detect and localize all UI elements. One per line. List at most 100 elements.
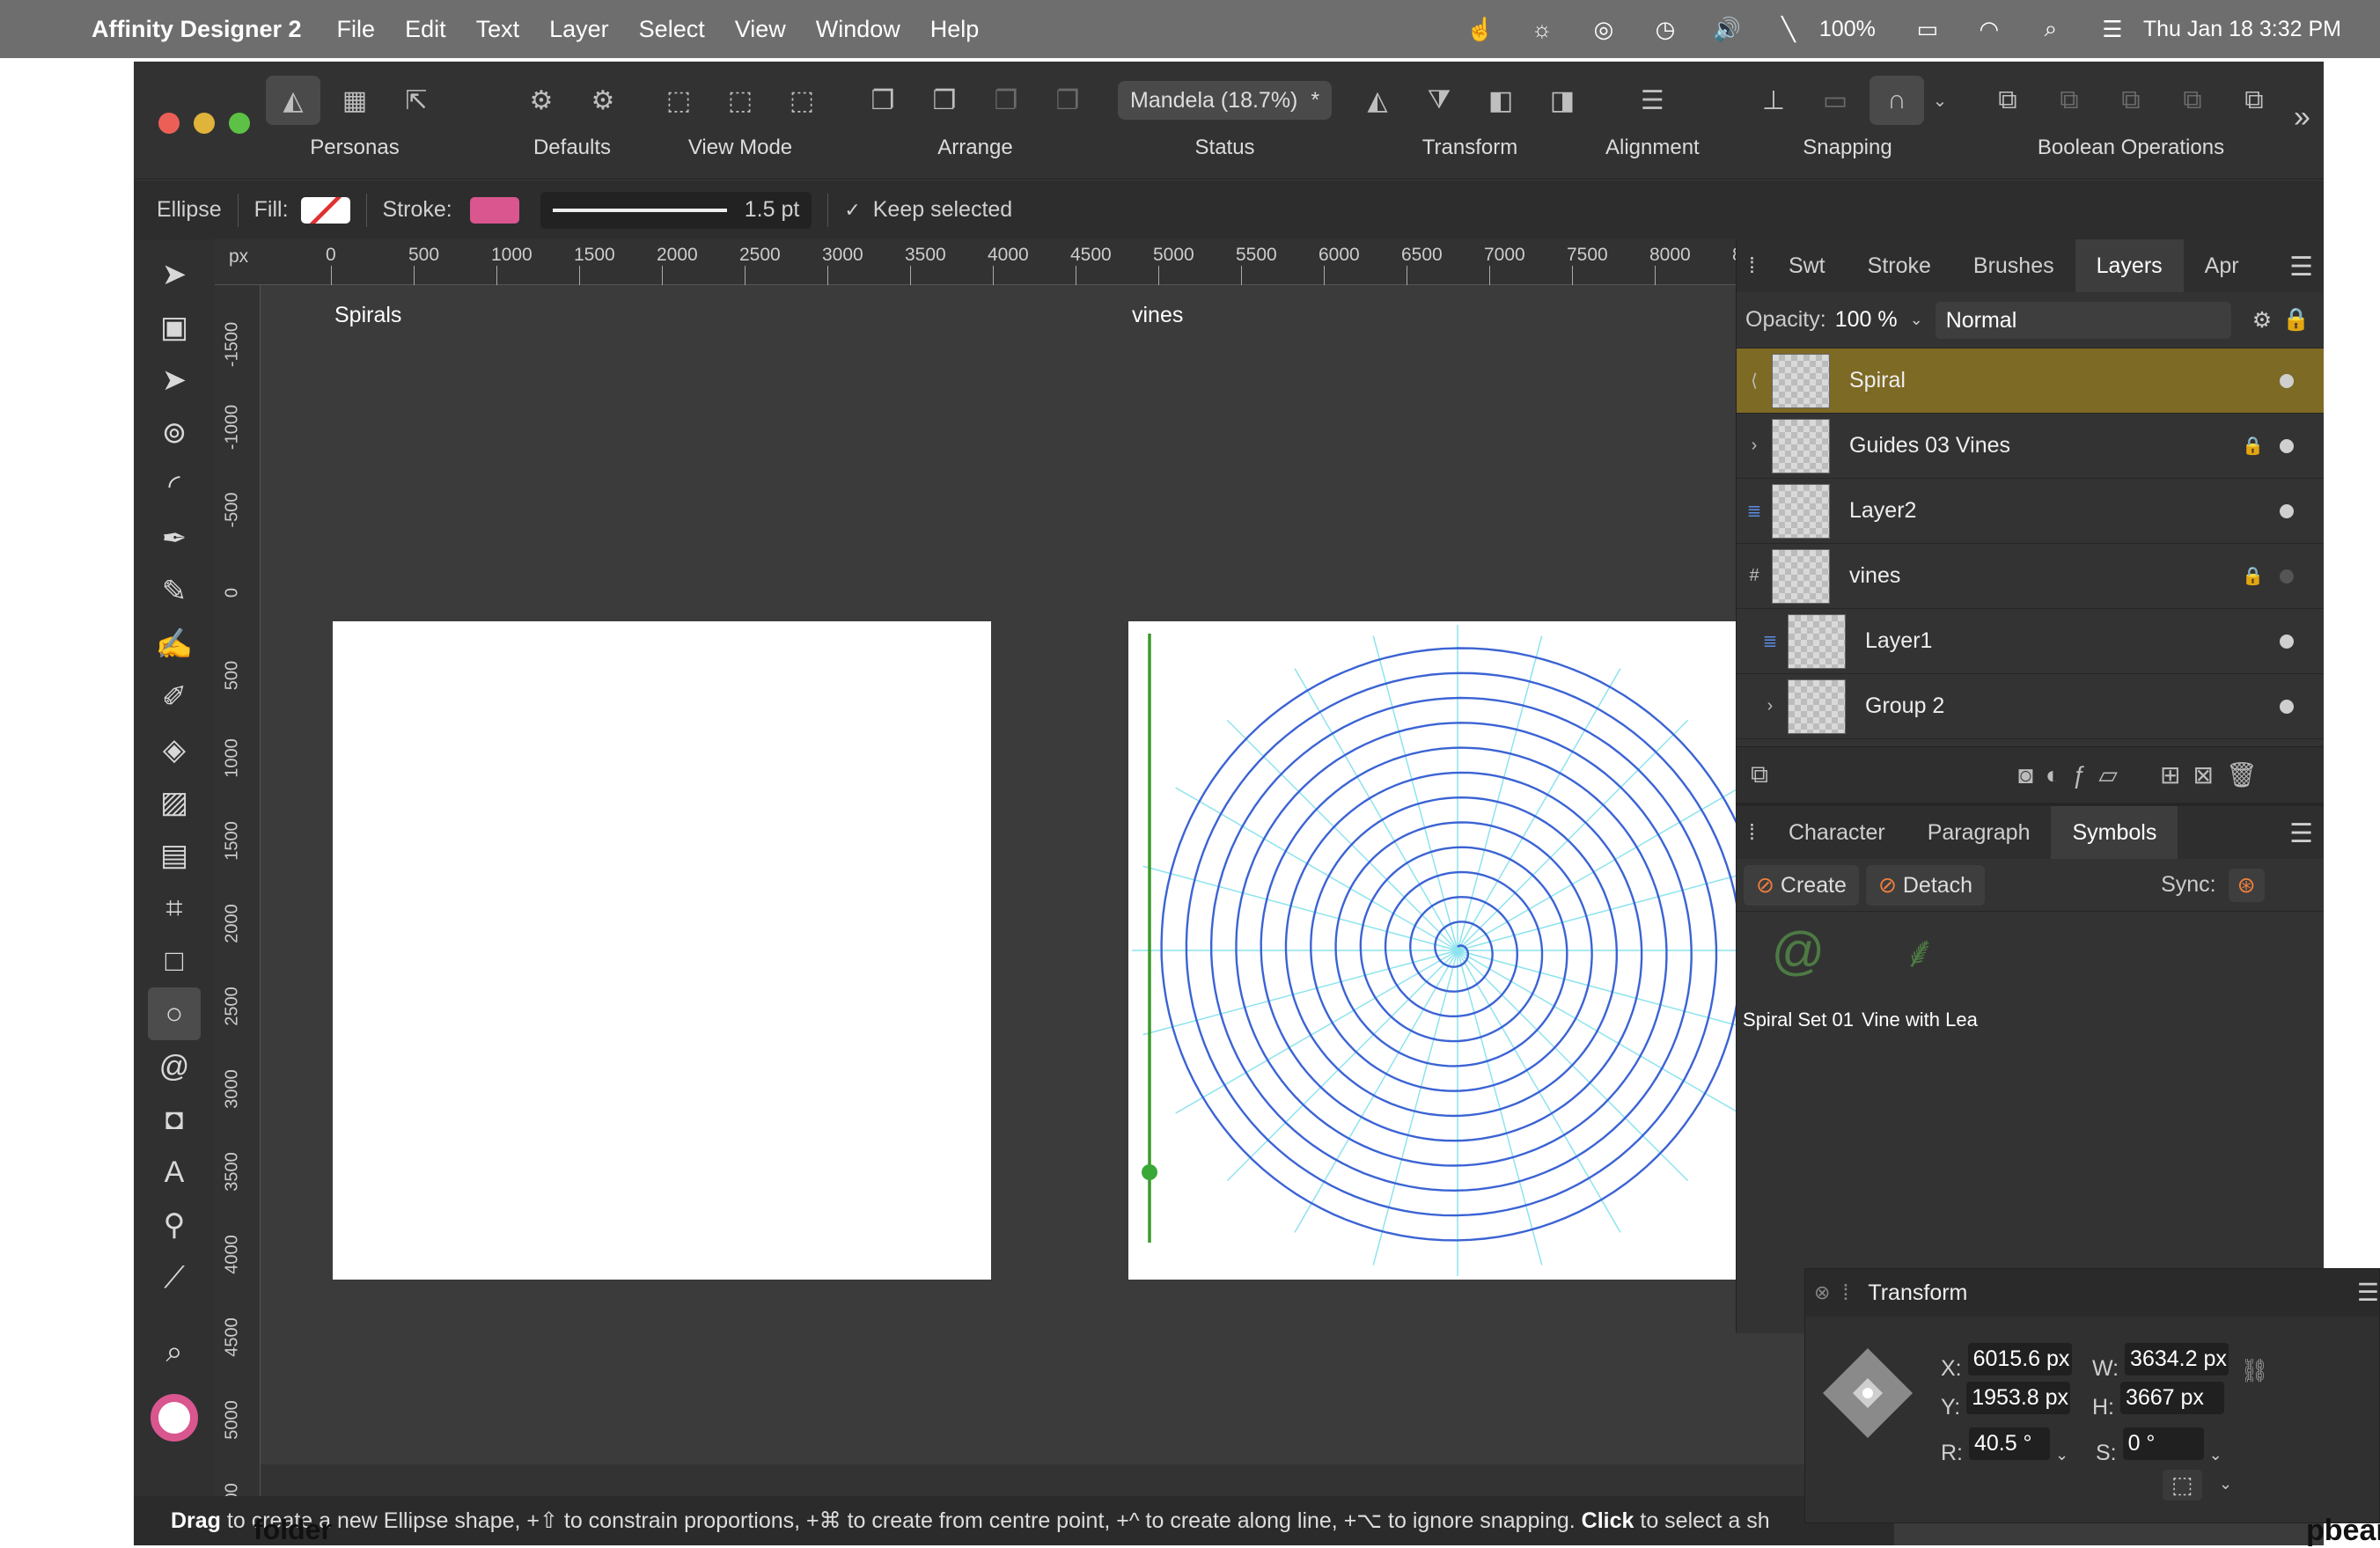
color-swatches-icon[interactable] — [134, 1378, 215, 1457]
toolbar-overflow-button[interactable]: » — [2294, 100, 2310, 135]
paint-brush-tool-icon[interactable]: ✐ — [134, 671, 215, 723]
tab-layers[interactable]: Layers — [2075, 239, 2184, 292]
layer-settings-icon[interactable]: ⚙ — [2252, 307, 2272, 334]
panel-grip-icon[interactable]: ⁞ — [1737, 806, 1767, 859]
clock[interactable]: Thu Jan 18 3:32 PM — [2143, 17, 2341, 42]
transform-origin-dropdown-icon[interactable]: ⌄ — [2219, 1475, 2232, 1493]
fingerprint-icon[interactable]: ☝ — [1450, 16, 1511, 43]
corner-tool-icon[interactable]: ◜ — [134, 459, 215, 512]
snapping-toggle-off-icon[interactable]: ▭ — [1808, 76, 1862, 125]
visibility-dot[interactable] — [2280, 569, 2294, 583]
vertical-ruler[interactable]: -1500 -1000 -500 0 500 1000 1500 2000 2500 3000 35… — [215, 285, 261, 1544]
r-input[interactable]: 40.5 ° — [1968, 1427, 2050, 1460]
keep-selected-checkbox[interactable]: ✓ — [844, 199, 860, 222]
layer-row-layer2[interactable]: ≣ Layer2 — [1737, 479, 2324, 544]
move-tool-icon[interactable]: ➤ — [134, 248, 215, 301]
panel-menu-icon[interactable]: ☰ — [2357, 1278, 2379, 1307]
layer-row-group2[interactable]: › Group 2 — [1737, 674, 2324, 739]
snapping-dropdown-icon[interactable]: ⌄ — [1931, 76, 1949, 125]
detach-symbol-button[interactable]: ⊘ Detach — [1865, 864, 1986, 906]
stroke-swatch[interactable] — [469, 196, 519, 224]
blend-mode-select[interactable]: Normal — [1935, 301, 2231, 339]
w-input[interactable]: 3634.2 px — [2125, 1343, 2229, 1376]
boolean-divide-icon[interactable]: ⧉ — [2227, 76, 2281, 125]
node-tool-icon[interactable]: ➤ — [134, 354, 215, 407]
tab-paragraph[interactable]: Paragraph — [1906, 806, 2052, 859]
flip-vertical-icon[interactable]: ⧩ — [1412, 76, 1466, 125]
fill-swatch[interactable] — [300, 196, 350, 224]
volume-icon[interactable]: 🔊 — [1696, 16, 1758, 43]
minimize-window-button[interactable] — [194, 113, 215, 134]
sync-toggle-icon[interactable]: ⊛ — [2228, 868, 2265, 902]
symbol-item[interactable]: @ Spiral Set 01 — [1737, 921, 1860, 1031]
x-input[interactable]: 6015.6 px — [1967, 1343, 2072, 1376]
fx-icon[interactable]: ƒ — [2073, 761, 2087, 789]
lock-aspect-icon[interactable]: ⛓ — [2240, 1357, 2269, 1384]
spiral-tool-icon[interactable]: @ — [134, 1040, 215, 1093]
view-mode-1-icon[interactable]: ⬚ — [651, 76, 706, 125]
defaults-sync-icon[interactable]: ⚙ — [514, 76, 569, 125]
menu-view[interactable]: View — [735, 16, 786, 43]
menu-help[interactable]: Help — [930, 16, 980, 43]
mask-icon[interactable]: ◙ — [2018, 761, 2033, 789]
panel-menu-icon[interactable]: ☰ — [2289, 818, 2313, 849]
search-icon[interactable]: ⌕ — [2020, 15, 2082, 43]
tab-swatches[interactable]: Swt — [1767, 239, 1847, 292]
s-input[interactable]: 0 ° — [2122, 1427, 2204, 1460]
layer-row-guides[interactable]: › Guides 03 Vines 🔒 — [1737, 414, 2324, 479]
fill-tool-icon[interactable]: ◈ — [134, 723, 215, 776]
brightness-icon[interactable]: ☼ — [1511, 16, 1573, 43]
menu-text[interactable]: Text — [476, 16, 520, 43]
export-persona-icon[interactable]: ⇱ — [389, 76, 444, 125]
transform-origin-icon[interactable]: ⬚ — [2163, 1470, 2202, 1500]
defaults-revert-icon[interactable]: ⚙ — [576, 76, 630, 125]
add-layer-icon[interactable]: ⊞ — [2160, 760, 2180, 789]
expand-chevron-icon[interactable]: › — [1752, 696, 1788, 716]
create-symbol-button[interactable]: ⊘ Create — [1744, 864, 1859, 906]
menu-file[interactable]: File — [337, 16, 376, 43]
view-mode-2-icon[interactable]: ⬚ — [713, 76, 768, 125]
visibility-dot[interactable] — [2280, 503, 2294, 518]
menu-window[interactable]: Window — [816, 16, 900, 43]
shape-tool-icon[interactable]: ◘ — [134, 1093, 215, 1146]
adjustment-icon[interactable]: ◐ — [2046, 761, 2060, 789]
pixel-persona-icon[interactable]: ▦ — [327, 76, 382, 125]
anchor-point-selector[interactable] — [1819, 1345, 1916, 1442]
control-center-icon[interactable]: ☰ — [2082, 16, 2143, 43]
symbol-item[interactable]: ⸙ Vine with Lea — [1860, 921, 1980, 1031]
snapping-options-icon[interactable]: ⊥ — [1746, 76, 1801, 125]
boolean-add-icon[interactable]: ⧉ — [1980, 76, 2035, 125]
visibility-dot[interactable] — [2280, 634, 2294, 649]
guide-handle[interactable] — [1142, 1164, 1157, 1180]
view-mode-3-icon[interactable]: ⬚ — [775, 76, 829, 125]
boolean-intersect-icon[interactable]: ⧉ — [2104, 76, 2158, 125]
artistic-text-tool-icon[interactable]: A — [134, 1146, 215, 1199]
flip-horizontal-icon[interactable]: ◭ — [1350, 76, 1405, 125]
crop-tool-icon[interactable]: ⌗ — [134, 882, 215, 935]
bluetooth-icon[interactable]: ╲ — [1758, 16, 1819, 43]
canvas-area[interactable]: Spirals vines — [261, 285, 1843, 1464]
rotate-left-icon[interactable]: ◧ — [1473, 76, 1528, 125]
opacity-dropdown-icon[interactable]: ⌄ — [1910, 311, 1923, 329]
tab-symbols[interactable]: Symbols — [2051, 806, 2178, 859]
layer-row-vines[interactable]: # vines 🔒 — [1737, 544, 2324, 609]
pen-tool-icon[interactable]: ✒ — [134, 512, 215, 565]
stroke-width-control[interactable]: 1.5 pt — [540, 191, 812, 229]
menu-edit[interactable]: Edit — [405, 16, 446, 43]
battery-icon[interactable]: ▭ — [1897, 16, 1958, 43]
layer-row-spiral[interactable]: ⟨ Spiral — [1737, 348, 2324, 414]
boolean-xor-icon[interactable]: ⧉ — [2165, 76, 2220, 125]
app-name-menu[interactable]: Affinity Designer 2 — [92, 16, 302, 43]
opacity-value[interactable]: 100 % — [1835, 307, 1898, 333]
zoom-window-button[interactable] — [229, 113, 250, 134]
close-window-button[interactable] — [158, 113, 180, 134]
r-dropdown-icon[interactable]: ⌄ — [2055, 1446, 2068, 1464]
close-panel-icon[interactable]: ⊗ — [1814, 1281, 1830, 1304]
move-to-back-icon[interactable]: ❐ — [856, 76, 910, 125]
menu-select[interactable]: Select — [639, 16, 705, 43]
tab-stroke[interactable]: Stroke — [1847, 239, 1952, 292]
y-input[interactable]: 1953.8 px — [1966, 1382, 2071, 1414]
horizontal-ruler[interactable]: px 0 500 1000 1500 2000 2500 3000 3500 4000 4500 5… — [215, 239, 1869, 285]
ellipse-tool-icon[interactable]: ○ — [148, 987, 201, 1040]
delete-layer-icon[interactable]: 🗑 — [2226, 760, 2258, 789]
